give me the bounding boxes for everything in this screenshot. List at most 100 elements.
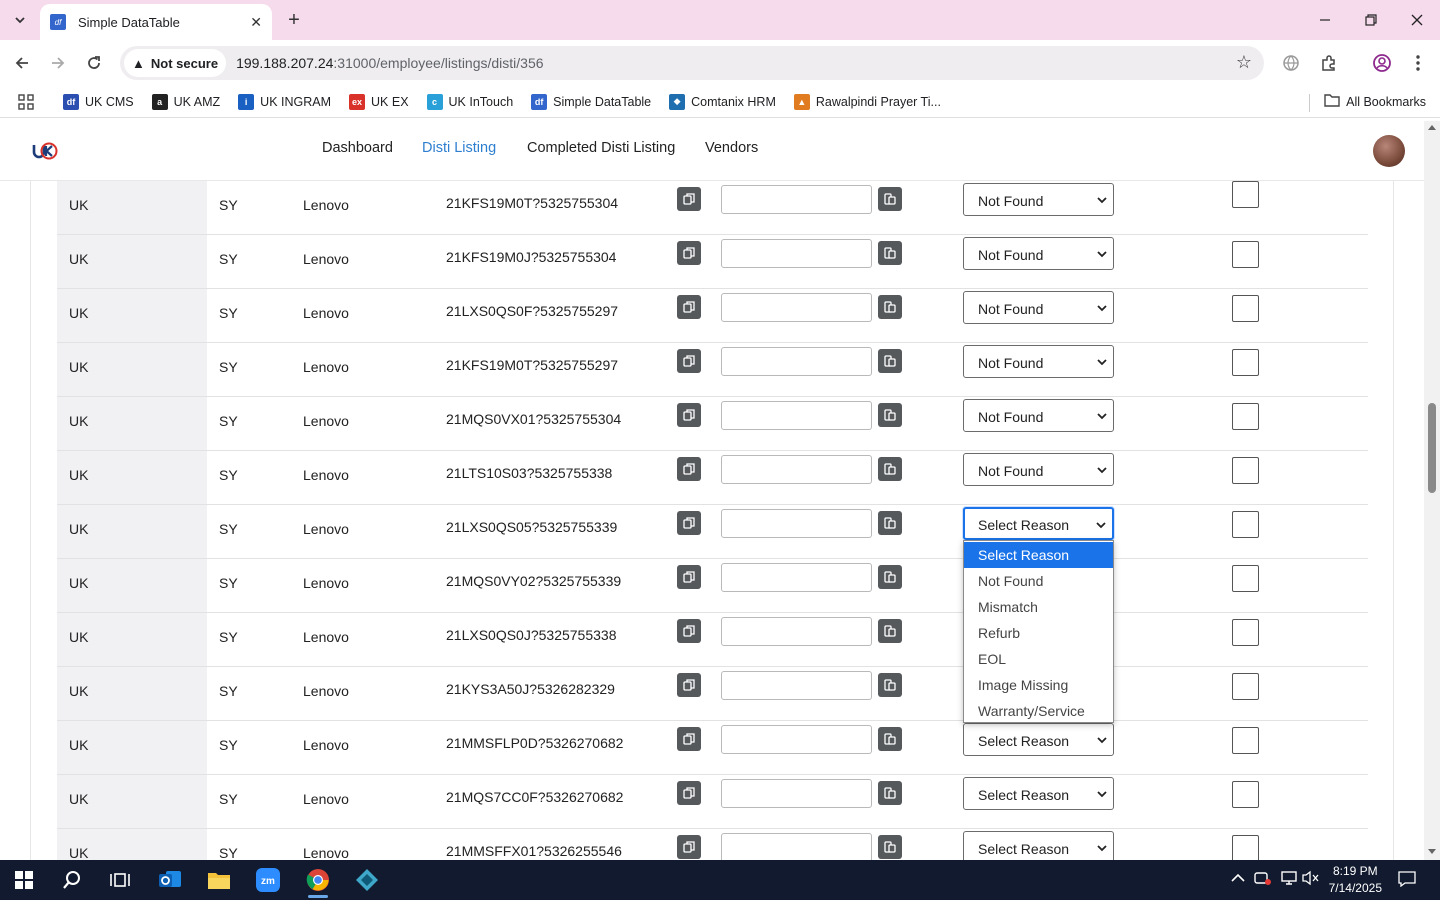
copy-sku-button[interactable] bbox=[677, 727, 701, 751]
reason-select[interactable]: Not Found bbox=[963, 291, 1114, 324]
paste-value-button[interactable] bbox=[878, 565, 902, 589]
zoom-icon[interactable]: zm bbox=[248, 864, 288, 896]
reason-select[interactable]: Select Reason bbox=[963, 831, 1114, 860]
notifications-icon[interactable] bbox=[1398, 871, 1416, 890]
bookmark-item[interactable]: c UK InTouch bbox=[426, 93, 513, 110]
reload-icon[interactable] bbox=[81, 50, 107, 76]
reason-select[interactable]: Not Found bbox=[963, 183, 1114, 216]
value-input[interactable] bbox=[721, 617, 872, 646]
value-input[interactable] bbox=[721, 779, 872, 808]
reason-option[interactable]: Warranty/Service bbox=[964, 698, 1113, 724]
paste-value-button[interactable] bbox=[878, 295, 902, 319]
reason-option[interactable]: Not Found bbox=[964, 568, 1113, 594]
paste-value-button[interactable] bbox=[878, 619, 902, 643]
value-input[interactable] bbox=[721, 509, 872, 538]
reason-dropdown-list[interactable]: Select Reason Not Found Mismatch Refurb EOL I… bbox=[963, 540, 1114, 723]
paste-value-button[interactable] bbox=[878, 349, 902, 373]
back-icon[interactable] bbox=[9, 50, 35, 76]
reason-select[interactable]: Not Found bbox=[963, 237, 1114, 270]
reason-option[interactable]: EOL bbox=[964, 646, 1113, 672]
bookmark-item[interactable]: ◆ Comtanix HRM bbox=[669, 93, 776, 110]
nav-link-completed-disti-listing[interactable]: Completed Disti Listing bbox=[527, 140, 675, 156]
copy-sku-button[interactable] bbox=[677, 187, 701, 211]
row-checkbox[interactable] bbox=[1232, 181, 1259, 208]
value-input[interactable] bbox=[721, 347, 872, 376]
browser-tab-active[interactable]: df Simple DataTable ✕ bbox=[40, 4, 272, 40]
page-scrollbar[interactable] bbox=[1424, 121, 1440, 860]
translate-globe-icon[interactable] bbox=[1278, 50, 1304, 76]
volume-muted-icon[interactable] bbox=[1302, 870, 1320, 889]
tab-close-icon[interactable]: ✕ bbox=[250, 14, 262, 31]
network-icon[interactable] bbox=[1280, 870, 1298, 889]
copy-sku-button[interactable] bbox=[677, 781, 701, 805]
paste-value-button[interactable] bbox=[878, 511, 902, 535]
bookmark-item[interactable]: i UK INGRAM bbox=[238, 93, 331, 110]
row-checkbox[interactable] bbox=[1232, 511, 1259, 538]
bookmark-item[interactable]: df UK CMS bbox=[63, 93, 134, 110]
scrollbar-thumb[interactable] bbox=[1428, 403, 1436, 493]
reason-option[interactable]: Mismatch bbox=[964, 594, 1113, 620]
scroll-down-icon[interactable] bbox=[1428, 849, 1436, 854]
nav-link-vendors[interactable]: Vendors bbox=[705, 140, 758, 156]
paste-value-button[interactable] bbox=[878, 187, 902, 211]
bookmark-star-icon[interactable]: ☆ bbox=[1236, 52, 1252, 73]
chrome-icon[interactable] bbox=[298, 864, 338, 898]
row-checkbox[interactable] bbox=[1232, 457, 1259, 484]
value-input[interactable] bbox=[721, 833, 872, 860]
value-input[interactable] bbox=[721, 563, 872, 592]
row-checkbox[interactable] bbox=[1232, 241, 1259, 268]
close-window-icon[interactable] bbox=[1394, 0, 1440, 40]
bookmark-item[interactable]: ex UK EX bbox=[349, 93, 409, 110]
security-indicator[interactable]: ▲ Not secure bbox=[124, 49, 227, 77]
copy-sku-button[interactable] bbox=[677, 619, 701, 643]
apps-grid-icon[interactable] bbox=[17, 93, 35, 111]
system-clock[interactable]: 8:19 PM 7/14/2025 bbox=[1329, 863, 1382, 897]
restore-icon[interactable] bbox=[1348, 0, 1394, 40]
row-checkbox[interactable] bbox=[1232, 565, 1259, 592]
row-checkbox[interactable] bbox=[1232, 295, 1259, 322]
copy-sku-button[interactable] bbox=[677, 349, 701, 373]
paste-value-button[interactable] bbox=[878, 835, 902, 859]
bookmark-item[interactable]: ▲ Rawalpindi Prayer Ti... bbox=[793, 93, 941, 110]
value-input[interactable] bbox=[721, 671, 872, 700]
paste-value-button[interactable] bbox=[878, 457, 902, 481]
row-checkbox[interactable] bbox=[1232, 349, 1259, 376]
uk-logo-icon[interactable] bbox=[32, 139, 58, 163]
value-input[interactable] bbox=[721, 401, 872, 430]
reason-select[interactable]: Select Reason bbox=[963, 777, 1114, 810]
search-icon[interactable] bbox=[52, 864, 92, 896]
reason-option[interactable]: Select Reason bbox=[964, 542, 1113, 568]
value-input[interactable] bbox=[721, 455, 872, 484]
task-view-icon[interactable] bbox=[100, 864, 140, 896]
forward-icon[interactable] bbox=[45, 50, 71, 76]
profile-icon[interactable] bbox=[1369, 50, 1395, 76]
new-tab-icon[interactable]: + bbox=[282, 8, 306, 32]
copy-sku-button[interactable] bbox=[677, 457, 701, 481]
paste-value-button[interactable] bbox=[878, 241, 902, 265]
reason-select[interactable]: Select Reason bbox=[963, 507, 1114, 540]
row-checkbox[interactable] bbox=[1232, 727, 1259, 754]
scroll-up-icon[interactable] bbox=[1428, 125, 1436, 130]
tab-search-chevron-icon[interactable] bbox=[8, 8, 32, 32]
copy-sku-button[interactable] bbox=[677, 835, 701, 859]
bookmark-item[interactable]: a UK AMZ bbox=[151, 93, 220, 110]
minimize-icon[interactable] bbox=[1302, 0, 1348, 40]
value-input[interactable] bbox=[721, 725, 872, 754]
tray-chevron-up-icon[interactable] bbox=[1231, 870, 1245, 886]
paste-value-button[interactable] bbox=[878, 781, 902, 805]
nav-link-dashboard[interactable]: Dashboard bbox=[322, 140, 393, 156]
all-bookmarks-button[interactable]: All Bookmarks bbox=[1324, 93, 1426, 110]
nav-link-disti-listing[interactable]: Disti Listing bbox=[422, 140, 496, 156]
file-explorer-icon[interactable] bbox=[199, 864, 239, 896]
reason-select[interactable]: Not Found bbox=[963, 453, 1114, 486]
row-checkbox[interactable] bbox=[1232, 781, 1259, 808]
reason-option[interactable]: Refurb bbox=[964, 620, 1113, 646]
bookmark-item[interactable]: df Simple DataTable bbox=[531, 93, 651, 110]
row-checkbox[interactable] bbox=[1232, 619, 1259, 646]
value-input[interactable] bbox=[721, 293, 872, 322]
reason-select[interactable]: Select Reason bbox=[963, 723, 1114, 756]
paste-value-button[interactable] bbox=[878, 403, 902, 427]
row-checkbox[interactable] bbox=[1232, 673, 1259, 700]
copy-sku-button[interactable] bbox=[677, 673, 701, 697]
value-input[interactable] bbox=[721, 239, 872, 268]
